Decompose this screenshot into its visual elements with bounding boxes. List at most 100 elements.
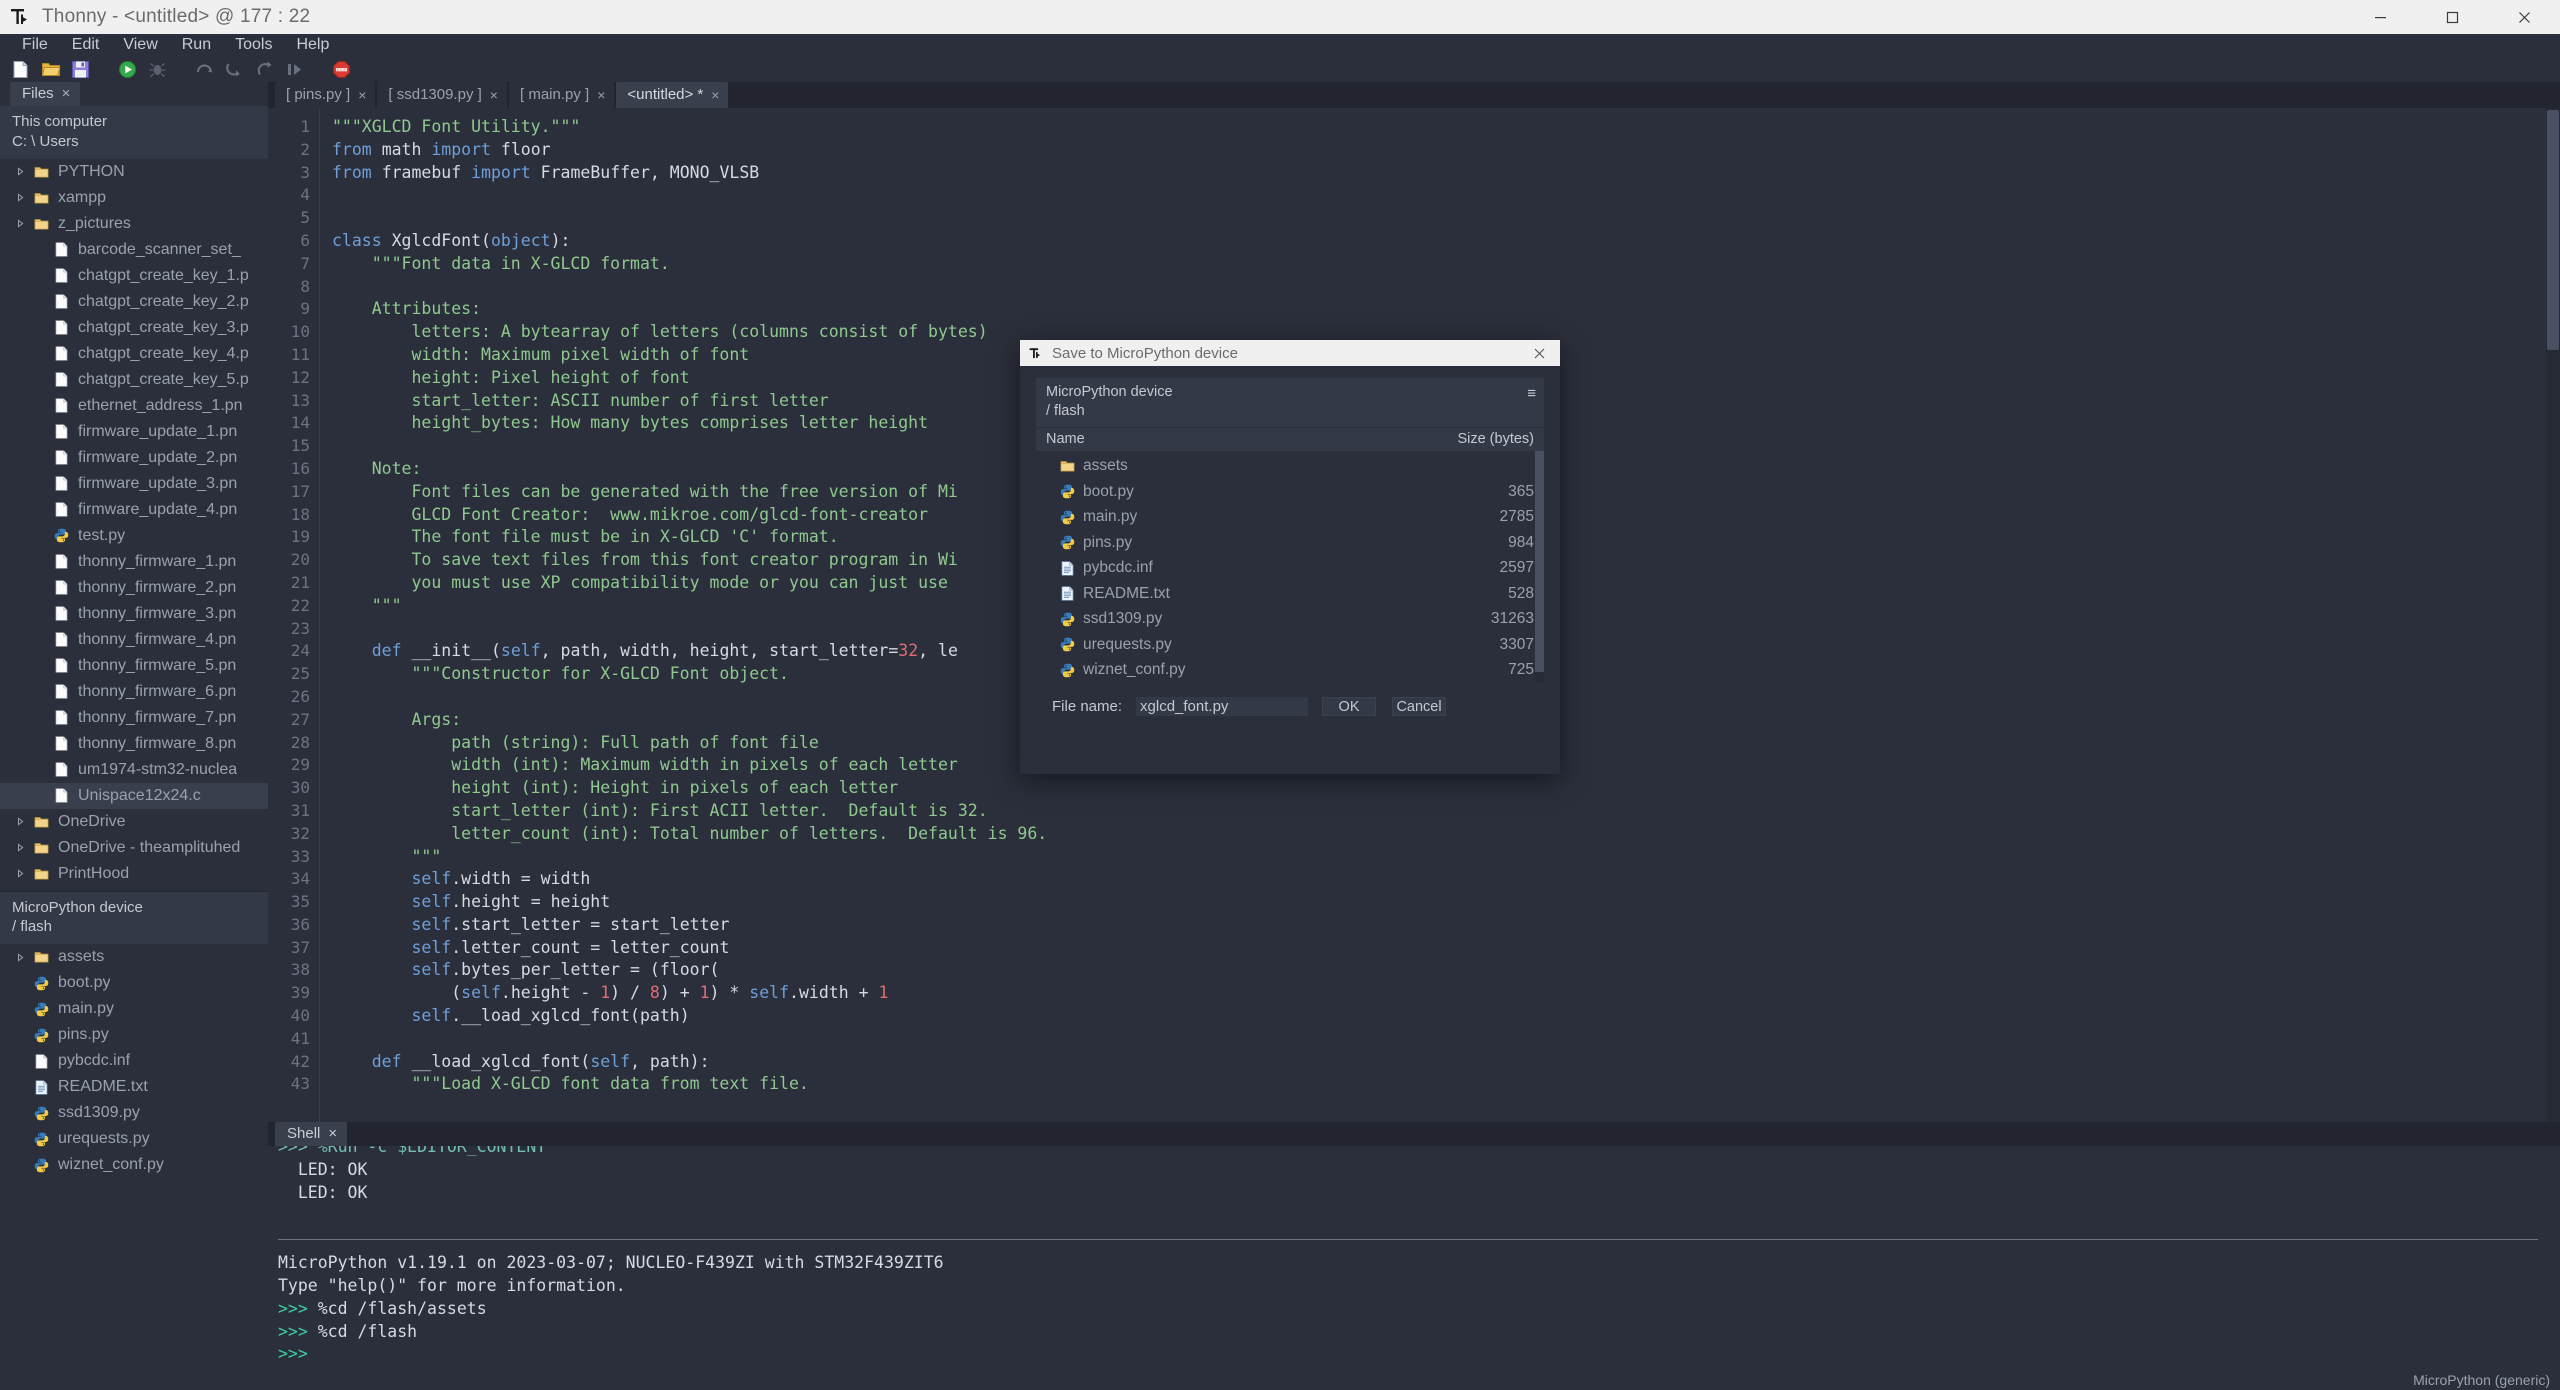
- code-line[interactable]: """: [332, 846, 2560, 869]
- tree-item-test-py[interactable]: test.py: [0, 523, 268, 549]
- tree-item-thonny-firmware-1-pn[interactable]: thonny_firmware_1.pn: [0, 549, 268, 575]
- code-line[interactable]: [332, 184, 2560, 207]
- tree-item-firmware-update-3-pn[interactable]: firmware_update_3.pn: [0, 471, 268, 497]
- dialog-file-row[interactable]: wiznet_conf.py725: [1036, 657, 1544, 683]
- code-line[interactable]: self.__load_xglcd_font(path): [332, 1005, 2560, 1028]
- shell-line[interactable]: >>> %cd /flash: [268, 1321, 2560, 1344]
- close-icon[interactable]: ×: [328, 1125, 337, 1142]
- code-line[interactable]: (self.height - 1) / 8) + 1) * self.width…: [332, 982, 2560, 1005]
- menu-tools[interactable]: Tools: [223, 35, 284, 55]
- step-into-icon[interactable]: [222, 57, 247, 81]
- code-line[interactable]: [332, 1028, 2560, 1051]
- tree-item-thonny-firmware-5-pn[interactable]: thonny_firmware_5.pn: [0, 653, 268, 679]
- tree-item-recent[interactable]: Recent: [0, 887, 268, 891]
- device-location-header[interactable]: MicroPython device / flash: [0, 891, 268, 945]
- tree-item-z-pictures[interactable]: z_pictures: [0, 211, 268, 237]
- menu-help[interactable]: Help: [284, 35, 341, 55]
- tree-item-assets[interactable]: assets: [0, 944, 268, 970]
- tab-shell[interactable]: Shell ×: [275, 1122, 347, 1146]
- code-line[interactable]: from framebuf import FrameBuffer, MONO_V…: [332, 162, 2560, 185]
- close-icon[interactable]: ×: [490, 87, 498, 103]
- tree-item-wiznet-conf-py[interactable]: wiznet_conf.py: [0, 1152, 268, 1178]
- minimize-icon[interactable]: [2344, 0, 2416, 34]
- tree-item-printhood[interactable]: PrintHood: [0, 861, 268, 887]
- dialog-file-row[interactable]: boot.py365: [1036, 479, 1544, 505]
- code-line[interactable]: height (int): Height in pixels of each l…: [332, 777, 2560, 800]
- step-over-icon[interactable]: [192, 57, 217, 81]
- chevron-right-icon[interactable]: [10, 953, 30, 962]
- shell-line[interactable]: >>> %cd /flash/assets: [268, 1298, 2560, 1321]
- hamburger-icon[interactable]: ≡: [1527, 383, 1536, 401]
- run-icon[interactable]: [115, 57, 140, 81]
- tree-item-thonny-firmware-6-pn[interactable]: thonny_firmware_6.pn: [0, 679, 268, 705]
- code-line[interactable]: Attributes:: [332, 298, 2560, 321]
- code-line[interactable]: """Load X-GLCD font data from text file.: [332, 1073, 2560, 1096]
- menu-run[interactable]: Run: [170, 35, 223, 55]
- chevron-right-icon[interactable]: [10, 193, 30, 202]
- step-out-icon[interactable]: [252, 57, 277, 81]
- close-icon[interactable]: ×: [597, 87, 605, 103]
- tree-item-chatgpt-create-key-1-p[interactable]: chatgpt_create_key_1.p: [0, 263, 268, 289]
- chevron-right-icon[interactable]: [10, 167, 30, 176]
- code-line[interactable]: """Font data in X-GLCD format.: [332, 253, 2560, 276]
- dialog-file-row[interactable]: pins.py984: [1036, 530, 1544, 556]
- shell-line[interactable]: MicroPython v1.19.1 on 2023-03-07; NUCLE…: [268, 1252, 2560, 1275]
- column-header-size[interactable]: Size (bytes): [1457, 431, 1534, 447]
- open-file-icon[interactable]: [38, 57, 63, 81]
- new-file-icon[interactable]: [8, 57, 33, 81]
- tree-item-onedrive[interactable]: OneDrive: [0, 809, 268, 835]
- code-line[interactable]: self.bytes_per_letter = (floor(: [332, 959, 2560, 982]
- code-line[interactable]: from math import floor: [332, 139, 2560, 162]
- tree-item-python[interactable]: PYTHON: [0, 159, 268, 185]
- tree-item-chatgpt-create-key-5-p[interactable]: chatgpt_create_key_5.p: [0, 367, 268, 393]
- column-header-name[interactable]: Name: [1046, 431, 1085, 447]
- code-line[interactable]: self.height = height: [332, 891, 2560, 914]
- shell-line[interactable]: LED: OK: [268, 1182, 2560, 1205]
- cancel-button[interactable]: Cancel: [1392, 697, 1446, 716]
- shell-line[interactable]: LED: OK: [268, 1159, 2560, 1182]
- maximize-icon[interactable]: [2416, 0, 2488, 34]
- tree-item-readme-txt[interactable]: README.txt: [0, 1074, 268, 1100]
- dialog-device-header[interactable]: MicroPython device / flash ≡: [1036, 378, 1544, 427]
- editor-tab-1[interactable]: [ ssd1309.py ]×: [377, 82, 507, 108]
- tree-item-thonny-firmware-3-pn[interactable]: thonny_firmware_3.pn: [0, 601, 268, 627]
- tree-item-xampp[interactable]: xampp: [0, 185, 268, 211]
- shell-line[interactable]: [268, 1204, 2560, 1227]
- tree-item-barcode-scanner-set-[interactable]: barcode_scanner_set_: [0, 237, 268, 263]
- tree-item-thonny-firmware-7-pn[interactable]: thonny_firmware_7.pn: [0, 705, 268, 731]
- close-icon[interactable]: ×: [358, 87, 366, 103]
- tree-item-firmware-update-2-pn[interactable]: firmware_update_2.pn: [0, 445, 268, 471]
- close-icon[interactable]: [2488, 0, 2560, 34]
- tree-item-ethernet-address-1-pn[interactable]: ethernet_address_1.pn: [0, 393, 268, 419]
- shell-line[interactable]: >>>: [268, 1343, 2560, 1366]
- shell-output[interactable]: >>> %Run -c $EDITOR_CONTENT LED: OK LED:…: [268, 1146, 2560, 1370]
- tree-item-urequests-py[interactable]: urequests.py: [0, 1126, 268, 1152]
- code-line[interactable]: start_letter (int): First ACII letter. D…: [332, 800, 2560, 823]
- code-line[interactable]: self.letter_count = letter_count: [332, 937, 2560, 960]
- tree-item-chatgpt-create-key-3-p[interactable]: chatgpt_create_key_3.p: [0, 315, 268, 341]
- stop-icon[interactable]: STOP: [329, 57, 354, 81]
- chevron-right-icon[interactable]: [10, 817, 30, 826]
- dialog-scrollbar[interactable]: [1535, 451, 1544, 683]
- tree-item-um1974-stm32-nuclea[interactable]: um1974-stm32-nuclea: [0, 757, 268, 783]
- shell-line[interactable]: >>> %Run -c $EDITOR_CONTENT: [268, 1146, 2560, 1159]
- code-line[interactable]: self.width = width: [332, 868, 2560, 891]
- close-icon[interactable]: ×: [711, 87, 719, 103]
- editor-tab-2[interactable]: [ main.py ]×: [509, 82, 614, 108]
- tree-item-thonny-firmware-8-pn[interactable]: thonny_firmware_8.pn: [0, 731, 268, 757]
- resume-icon[interactable]: [282, 57, 307, 81]
- editor-tab-3[interactable]: <untitled> *×: [616, 82, 728, 108]
- menu-view[interactable]: View: [111, 35, 169, 55]
- code-line[interactable]: """XGLCD Font Utility.""": [332, 116, 2560, 139]
- tab-files[interactable]: Files ×: [10, 82, 80, 106]
- code-line[interactable]: class XglcdFont(object):: [332, 230, 2560, 253]
- chevron-right-icon[interactable]: [10, 843, 30, 852]
- dialog-file-row[interactable]: pybcdc.inf2597: [1036, 555, 1544, 581]
- dialog-scrollbar-thumb[interactable]: [1535, 451, 1544, 671]
- tree-item-ssd1309-py[interactable]: ssd1309.py: [0, 1100, 268, 1126]
- tree-item-chatgpt-create-key-4-p[interactable]: chatgpt_create_key_4.p: [0, 341, 268, 367]
- dialog-file-row[interactable]: assets: [1036, 453, 1544, 479]
- files-tree[interactable]: PYTHONxamppz_picturesbarcode_scanner_set…: [0, 159, 268, 891]
- dialog-file-row[interactable]: README.txt528: [1036, 581, 1544, 607]
- dialog-file-row[interactable]: urequests.py3307: [1036, 632, 1544, 658]
